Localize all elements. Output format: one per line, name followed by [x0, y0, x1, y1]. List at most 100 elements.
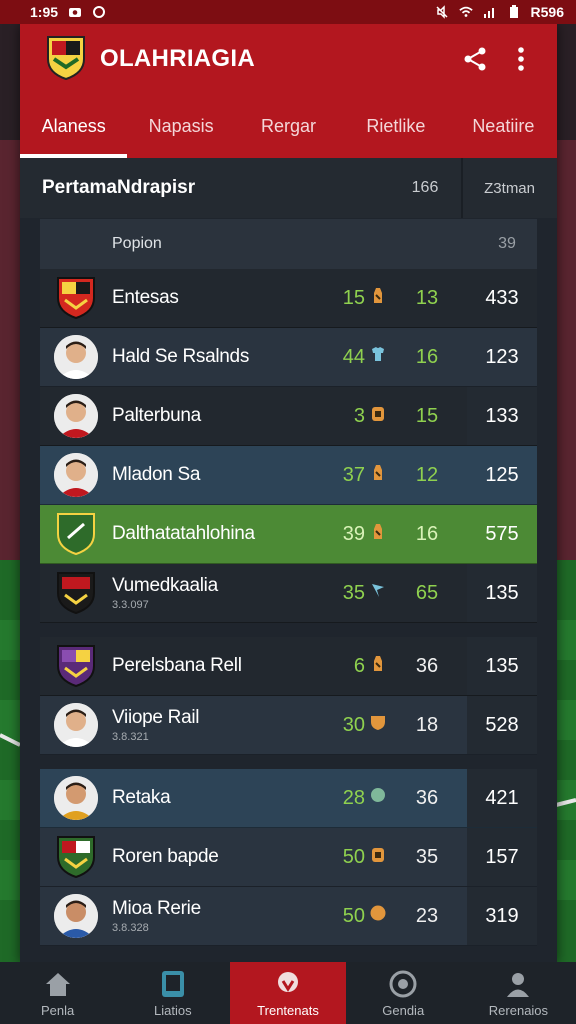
team-name: Dalthatatahlohina: [112, 523, 255, 544]
total-value: 125: [485, 463, 519, 486]
total-value: 319: [467, 887, 537, 945]
tab-neatiire[interactable]: Neatiire: [450, 94, 557, 158]
team-name-cell: Entesas: [112, 287, 327, 309]
more-options-icon[interactable]: [503, 41, 539, 77]
points-value: 37: [342, 463, 365, 486]
points-cell: 15: [327, 286, 387, 310]
table-row[interactable]: Vumedkaalia 3.3.097 35 65 135: [40, 564, 537, 623]
team-name-cell: Mladon Sa: [112, 464, 327, 486]
team-name-cell: Vumedkaalia 3.3.097: [112, 575, 327, 611]
points-value: 35: [342, 581, 365, 604]
league-name: PertamaNdrapisr: [42, 177, 196, 198]
tab-rergar[interactable]: Rergar: [235, 94, 342, 158]
tab-rietlike[interactable]: Rietlike: [342, 94, 449, 158]
header-divider: [461, 158, 463, 218]
bottle-icon: [369, 654, 387, 678]
points-value: 30: [342, 713, 365, 736]
table-row[interactable]: Retaka 28 36 421: [40, 769, 537, 828]
points-value: 44: [342, 345, 365, 368]
wins-value: 16: [415, 522, 439, 545]
shield-icon: [369, 713, 387, 737]
points-cell: 6: [327, 654, 387, 678]
points-value: 50: [342, 904, 365, 927]
points-value: 28: [342, 786, 365, 809]
nav-gendia[interactable]: Gendia: [346, 962, 461, 1024]
team-crest-icon: [54, 835, 98, 879]
team-subtext: 3.3.097: [112, 599, 149, 611]
points-cell: 37: [327, 463, 387, 487]
camera-icon: [68, 5, 82, 19]
player-avatar: [54, 335, 98, 379]
points-value: 50: [342, 845, 365, 868]
nav-liatios[interactable]: Liatios: [115, 962, 230, 1024]
team-name: Vumedkaalia: [112, 575, 218, 596]
table-group-gap: [40, 623, 537, 637]
nav-rerenaios[interactable]: Rerenaios: [461, 962, 576, 1024]
total-value: 123: [485, 345, 519, 368]
team-name-cell: Dalthatatahlohina: [112, 523, 327, 545]
points-cell: 3: [327, 404, 387, 428]
team-name: Entesas: [112, 287, 179, 308]
bottom-nav: Penla Liatios Trentenats Gendia Rerenaio…: [0, 962, 576, 1024]
points-cell: 50: [327, 845, 387, 869]
nav-label-gendia: Gendia: [382, 1002, 425, 1018]
standings-table: Popion 39 Entesas 15 13 433 Hald Se Rsal…: [40, 219, 537, 946]
wins-value: 23: [415, 904, 439, 927]
table-row[interactable]: Roren bapde 50 35 157: [40, 828, 537, 887]
bottle-icon: [369, 522, 387, 546]
total-value: 421: [467, 769, 537, 827]
table-row[interactable]: Palterbuna 3 15 133: [40, 387, 537, 446]
bottle-icon: [369, 463, 387, 487]
team-name: Viiope Rail: [112, 707, 200, 728]
table-row[interactable]: Viiope Rail 3.8.321 30 18 528: [40, 696, 537, 755]
table-row[interactable]: Dalthatatahlohina 39 16 575: [40, 505, 537, 564]
total-value: 528: [467, 696, 537, 754]
team-name: Palterbuna: [112, 405, 201, 426]
table-rows: Entesas 15 13 433 Hald Se Rsalnds 44 16 …: [40, 269, 537, 946]
wins-value: 35: [415, 845, 439, 868]
coin-icon: [369, 904, 387, 928]
total-value: 135: [467, 637, 537, 695]
player-avatar: [54, 894, 98, 938]
table-row[interactable]: Hald Se Rsalnds 44 16 123: [40, 328, 537, 387]
table-row[interactable]: Mladon Sa 37 12 125: [40, 446, 537, 505]
tablet-icon: [158, 969, 188, 999]
mute-icon: [435, 5, 449, 19]
table-row[interactable]: Entesas 15 13 433: [40, 269, 537, 328]
table-column-header: Popion 39: [40, 219, 537, 269]
wins-value: 12: [415, 463, 439, 486]
wifi-icon: [458, 5, 473, 19]
total-value: 433: [485, 286, 519, 309]
wins-value: 65: [415, 581, 439, 604]
nav-label-rerenaios: Rerenaios: [488, 1002, 549, 1018]
wins-value: 36: [415, 654, 439, 677]
player-avatar: [54, 776, 98, 820]
jar-icon: [369, 845, 387, 869]
signal-icon: [483, 5, 497, 19]
wins-value: 16: [415, 345, 439, 368]
league-column-label: Z3tman: [484, 179, 535, 197]
player-avatar: [54, 703, 98, 747]
club-logo: [46, 33, 86, 86]
battery-icon: [507, 5, 521, 19]
total-value: 575: [485, 522, 519, 545]
app-window: OLAHRIAGIA Alaness Napasis Rergar Rietli…: [20, 24, 557, 964]
points-value: 15: [342, 286, 365, 309]
trophy-icon: [273, 969, 303, 999]
table-row[interactable]: Mioa Rerie 3.8.328 50 23 319: [40, 887, 537, 946]
nav-home[interactable]: Penla: [0, 962, 115, 1024]
team-name-cell: Retaka: [112, 787, 327, 809]
wins-value: 13: [415, 286, 439, 309]
team-name-cell: Hald Se Rsalnds: [112, 346, 327, 368]
battery-text: R596: [530, 4, 564, 20]
nav-trentenats[interactable]: Trentenats: [230, 962, 346, 1024]
status-time: 1:95: [30, 4, 59, 20]
tab-alaness[interactable]: Alaness: [20, 94, 128, 158]
points-cell: 28: [327, 786, 387, 810]
table-row[interactable]: Perelsbana Rell 6 36 135: [40, 637, 537, 696]
team-crest-icon: [54, 276, 98, 320]
wins-value: 15: [415, 404, 439, 427]
share-icon[interactable]: [457, 41, 493, 77]
home-icon: [43, 969, 73, 999]
tab-napasis[interactable]: Napasis: [127, 94, 234, 158]
